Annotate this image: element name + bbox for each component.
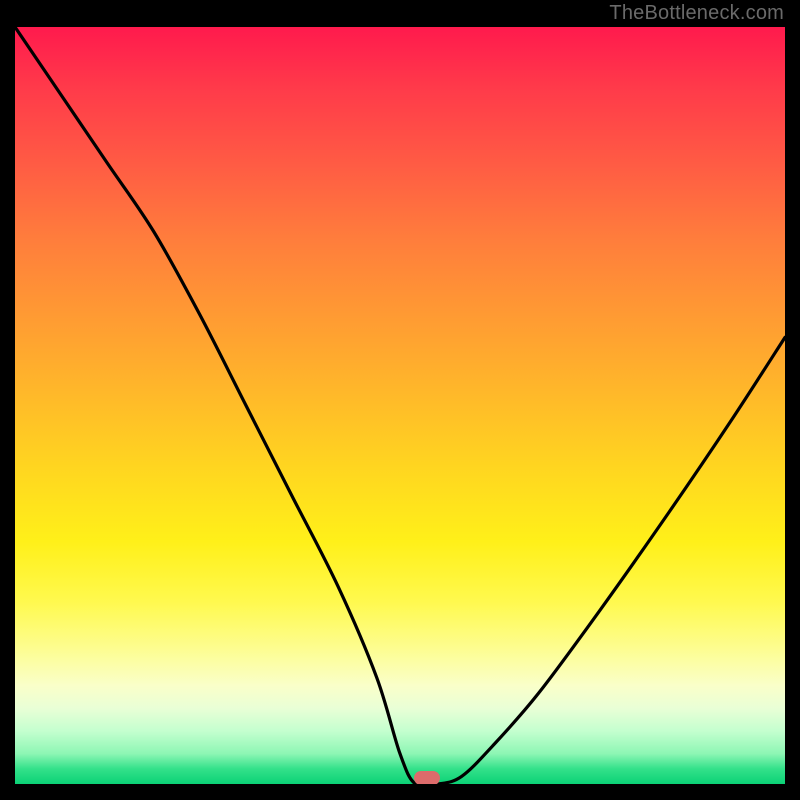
- watermark-text: TheBottleneck.com: [609, 2, 784, 25]
- optimal-point-marker: [414, 771, 440, 784]
- bottleneck-curve: [15, 27, 785, 784]
- plot-area: [15, 27, 785, 784]
